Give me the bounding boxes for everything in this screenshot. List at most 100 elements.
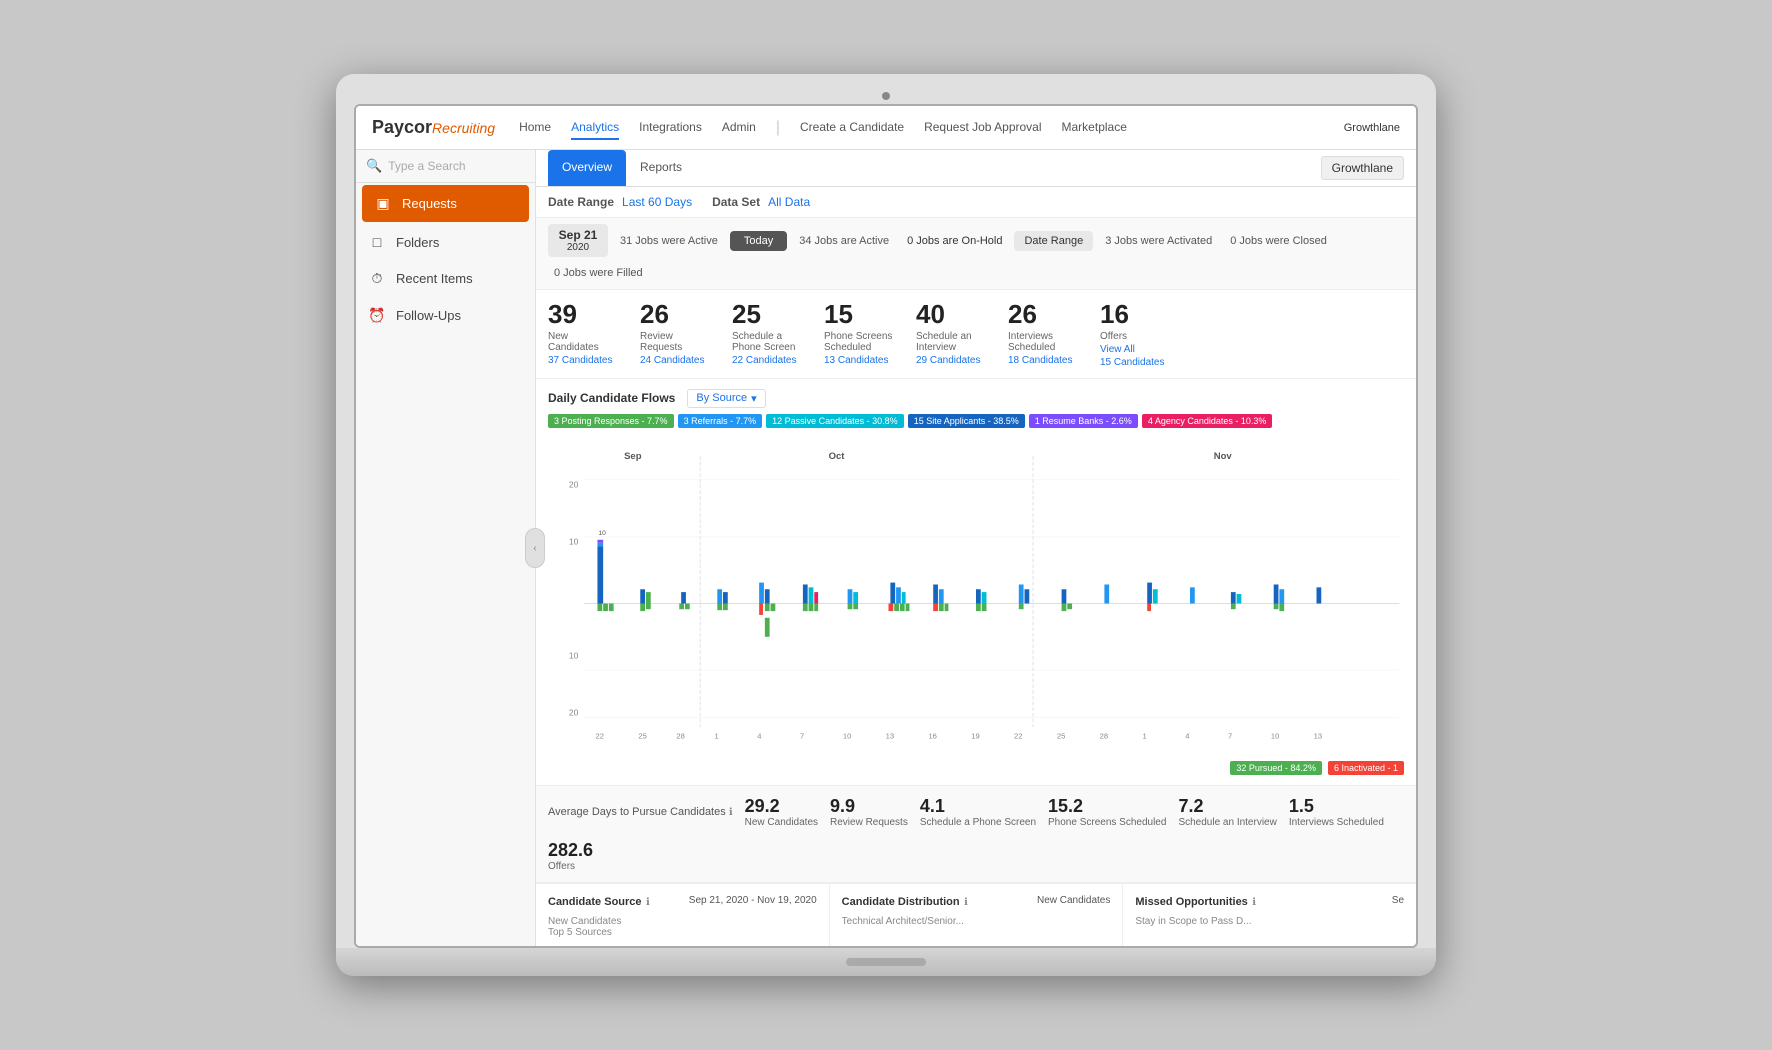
svg-text:10: 10 (598, 530, 606, 537)
requests-icon: ▣ (374, 195, 392, 212)
search-bar[interactable]: 🔍 Type a Search (356, 150, 535, 183)
stat-label-new: NewCandidates (548, 331, 628, 353)
info-icon-source[interactable]: ℹ (646, 897, 650, 908)
closed-stat: 0 Jobs were Closed (1224, 231, 1333, 251)
period-date-range[interactable]: Date Range (1014, 231, 1093, 251)
sidebar-item-followups[interactable]: ⏰ Follow-Ups (356, 297, 535, 334)
avg-days-label-text: Average Days to Pursue Candidates (548, 806, 726, 818)
nav-analytics[interactable]: Analytics (571, 116, 619, 140)
legend-pursued[interactable]: 32 Pursued - 84.2% (1230, 761, 1322, 775)
activated-stat: 3 Jobs were Activated (1099, 231, 1218, 251)
avg-label-interviews: Interviews Scheduled (1289, 817, 1384, 828)
top-nav: Paycor Recruiting Home Analytics Integra… (356, 106, 1416, 150)
stat-link-phone[interactable]: 22 Candidates (732, 355, 812, 366)
company-name: Growthlane (1344, 122, 1400, 134)
svg-text:1: 1 (1142, 731, 1146, 740)
stat-label-phone: Schedule aPhone Screen (732, 331, 812, 353)
search-input[interactable]: Type a Search (388, 159, 525, 173)
legend-posting[interactable]: 3 Posting Responses - 7.7% (548, 414, 674, 428)
avg-label-new: New Candidates (745, 817, 818, 828)
date-range-btn-label: Date Range (1024, 235, 1083, 247)
nav-integrations[interactable]: Integrations (639, 116, 702, 140)
card-source-date: Sep 21, 2020 - Nov 19, 2020 (689, 895, 817, 906)
legend-resume[interactable]: 1 Resume Banks - 2.6% (1029, 414, 1138, 428)
legend-referrals-label: 3 Referrals - 7.7% (684, 416, 757, 426)
search-icon: 🔍 (366, 158, 382, 174)
period-today[interactable]: Today (730, 231, 787, 251)
legend-site[interactable]: 15 Site Applicants - 38.5% (908, 414, 1025, 428)
stat-number-new: 39 (548, 300, 628, 329)
tab-reports[interactable]: Reports (626, 150, 696, 186)
avg-number-interview: 7.2 (1178, 796, 1276, 817)
legend-resume-label: 1 Resume Banks - 2.6% (1035, 416, 1132, 426)
legend-pursued-label: 32 Pursued - 84.2% (1236, 763, 1316, 773)
sidebar-item-recent[interactable]: ⏱ Recent Items (356, 260, 535, 297)
card-distribution-value: New Candidates (1037, 895, 1110, 906)
period-sep21[interactable]: Sep 21 2020 (548, 224, 608, 257)
chart-svg-container: 20 10 10 20 InFlow OutFlow (548, 434, 1404, 759)
svg-text:20: 20 (569, 479, 579, 489)
svg-text:13: 13 (886, 731, 894, 740)
recent-icon: ⏱ (368, 270, 386, 287)
avg-stat-screens: 15.2 Phone Screens Scheduled (1048, 796, 1166, 828)
data-set-value[interactable]: All Data (768, 195, 810, 209)
avg-stat-interviews: 1.5 Interviews Scheduled (1289, 796, 1384, 828)
stat-number-review: 26 (640, 300, 720, 329)
info-icon-missed[interactable]: ℹ (1252, 897, 1256, 908)
avg-days-label: Average Days to Pursue Candidates ℹ (548, 806, 733, 818)
stat-link-new[interactable]: 37 Candidates (548, 355, 628, 366)
chart-title: Daily Candidate Flows (548, 391, 675, 405)
card-distribution-subtitle: Technical Architect/Senior... (842, 916, 1111, 927)
stat-link-review[interactable]: 24 Candidates (640, 355, 720, 366)
avg-label-offers: Offers (548, 861, 618, 872)
chart-header: Daily Candidate Flows By Source ▾ (548, 389, 1404, 408)
chart-legend-inflow: 3 Posting Responses - 7.7% 3 Referrals -… (548, 414, 1404, 428)
tab-overview[interactable]: Overview (548, 150, 626, 186)
stat-number-offers: 16 (1100, 300, 1180, 329)
avg-number-phone: 4.1 (920, 796, 1036, 817)
avg-stat-interview: 7.2 Schedule an Interview (1178, 796, 1276, 828)
info-icon-avg[interactable]: ℹ (729, 807, 733, 818)
nav-admin[interactable]: Admin (722, 116, 756, 140)
svg-text:4: 4 (1185, 731, 1189, 740)
avg-label-review: Review Requests (830, 817, 908, 828)
stat-link-screens[interactable]: 13 Candidates (824, 355, 904, 366)
sep-stat: 31 Jobs were Active (614, 231, 724, 251)
info-icon-dist[interactable]: ℹ (964, 897, 968, 908)
bottom-cards: Candidate Source ℹ Sep 21, 2020 - Nov 19… (536, 883, 1416, 946)
legend-referrals[interactable]: 3 Referrals - 7.7% (678, 414, 763, 428)
stat-number-phone: 25 (732, 300, 812, 329)
stat-link-offers-viewall[interactable]: View All (1100, 344, 1180, 355)
stat-interviews: 26 InterviewsScheduled 18 Candidates (1008, 300, 1088, 368)
sidebar-item-requests[interactable]: ▣ Requests (362, 185, 529, 222)
legend-inactivated-label: 6 Inactivated - 1 (1334, 763, 1398, 773)
date-range-value[interactable]: Last 60 Days (622, 195, 692, 209)
stat-link-offers-count[interactable]: 15 Candidates (1100, 357, 1180, 368)
sidebar-collapse-btn[interactable]: ‹ (525, 528, 545, 568)
avg-label-phone: Schedule a Phone Screen (920, 817, 1036, 828)
sidebar-item-folders[interactable]: □ Folders (356, 224, 535, 260)
svg-text:16: 16 (928, 731, 936, 740)
sidebar: 🔍 Type a Search ▣ Requests □ Folders ⏱ R… (356, 150, 536, 946)
legend-agency[interactable]: 4 Agency Candidates - 10.3% (1142, 414, 1273, 428)
stat-label-review: ReviewRequests (640, 331, 720, 353)
legend-passive[interactable]: 12 Passive Candidates - 30.8% (766, 414, 904, 428)
nav-home[interactable]: Home (519, 116, 551, 140)
filled-stat: 0 Jobs were Filled (548, 263, 649, 283)
avg-number-interviews: 1.5 (1289, 796, 1384, 817)
chart-filter[interactable]: By Source ▾ (687, 389, 765, 408)
stat-link-interview[interactable]: 29 Candidates (916, 355, 996, 366)
card-candidate-distribution: Candidate Distribution ℹ New Candidates … (830, 884, 1124, 946)
sidebar-item-label-recent: Recent Items (396, 271, 473, 286)
chevron-down-icon: ▾ (751, 392, 757, 405)
nav-marketplace[interactable]: Marketplace (1062, 116, 1127, 140)
legend-inactivated[interactable]: 6 Inactivated - 1 (1328, 761, 1404, 775)
chart-section: Daily Candidate Flows By Source ▾ 3 Post… (536, 379, 1416, 786)
stat-link-interviews[interactable]: 18 Candidates (1008, 355, 1088, 366)
followups-icon: ⏰ (368, 307, 386, 324)
stat-number-interview: 40 (916, 300, 996, 329)
nav-create-candidate[interactable]: Create a Candidate (800, 116, 904, 140)
card-candidate-source: Candidate Source ℹ Sep 21, 2020 - Nov 19… (536, 884, 830, 946)
on-hold-stat: 0 Jobs are On-Hold (901, 231, 1008, 251)
nav-job-approval[interactable]: Request Job Approval (924, 116, 1041, 140)
